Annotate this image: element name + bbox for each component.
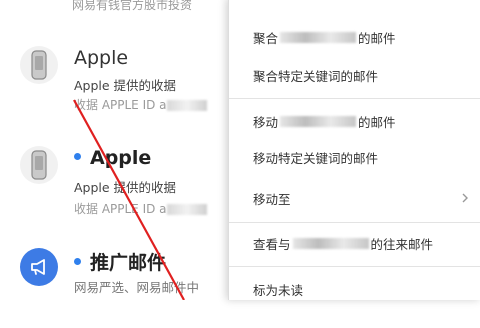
mail-subject: Apple 提供的收据	[74, 180, 177, 195]
unread-dot-icon	[74, 258, 81, 265]
redacted-text	[280, 31, 357, 43]
menu-item-move-to[interactable]: 移动至	[229, 181, 480, 215]
menu-item-label: 的往来邮件	[370, 236, 434, 252]
apple-phone-icon	[20, 46, 58, 84]
mail-subject: 网易严选、网易邮件中	[74, 280, 200, 295]
menu-item-aggregate-keyword[interactable]: 聚合特定关键词的邮件	[229, 58, 480, 92]
menu-item-move-keyword[interactable]: 移动特定关键词的邮件	[229, 140, 480, 174]
apple-phone-icon	[20, 146, 58, 184]
megaphone-icon	[20, 248, 58, 286]
menu-item-label: 查看与	[253, 236, 291, 252]
context-menu: 聚合 的邮件 聚合特定关键词的邮件 移动 的邮件 移动特定关键词的邮件 移动至 查看…	[228, 0, 480, 300]
mail-list-item[interactable]: Apple Apple 提供的收据 收据 APPLE ID a	[0, 30, 240, 128]
redacted-text	[292, 237, 369, 249]
menu-item-move-sender[interactable]: 移动 的邮件	[229, 104, 480, 138]
mail-sender-label: 推广邮件	[90, 252, 167, 274]
mail-sender: 推广邮件	[74, 248, 166, 275]
redacted-text	[166, 204, 207, 215]
mail-sender: Apple	[74, 47, 129, 69]
menu-divider	[229, 222, 480, 223]
unread-dot-icon	[74, 153, 81, 160]
mail-sender-label: Apple	[90, 147, 152, 169]
chevron-right-icon	[462, 193, 468, 203]
mail-subject: Apple 提供的收据	[74, 78, 177, 93]
mail-preview: 收据 APPLE ID a	[74, 200, 207, 217]
mail-preview-text: 收据 APPLE ID a	[74, 202, 167, 216]
mail-preview-snippet: 网易有钱官方股市投资	[72, 0, 193, 12]
menu-item-view-correspondence[interactable]: 查看与 的往来邮件	[229, 226, 480, 260]
mail-preview-text: 收据 APPLE ID a	[74, 98, 167, 112]
mail-list: 网易有钱官方股市投资 Apple Apple 提供的收据 收据 APPLE ID…	[0, 0, 240, 300]
menu-item-mark-unread[interactable]: 标为未读	[229, 272, 480, 306]
redacted-text	[166, 100, 207, 111]
menu-divider	[229, 98, 480, 99]
menu-divider	[229, 266, 480, 267]
mail-list-item[interactable]: Apple Apple 提供的收据 收据 APPLE ID a	[0, 130, 240, 228]
menu-item-label: 的邮件	[358, 30, 396, 46]
redacted-text	[280, 115, 357, 127]
menu-item-label: 移动至	[253, 191, 291, 207]
menu-item-aggregate-sender[interactable]: 聚合 的邮件	[229, 20, 480, 54]
menu-item-label: 移动	[253, 114, 279, 130]
mail-preview: 收据 APPLE ID a	[74, 96, 207, 113]
menu-item-label: 的邮件	[358, 114, 396, 130]
mail-list-item[interactable]: 推广邮件 网易严选、网易邮件中	[0, 230, 240, 328]
mail-sender: Apple	[74, 147, 151, 169]
menu-item-label: 聚合	[253, 30, 279, 46]
